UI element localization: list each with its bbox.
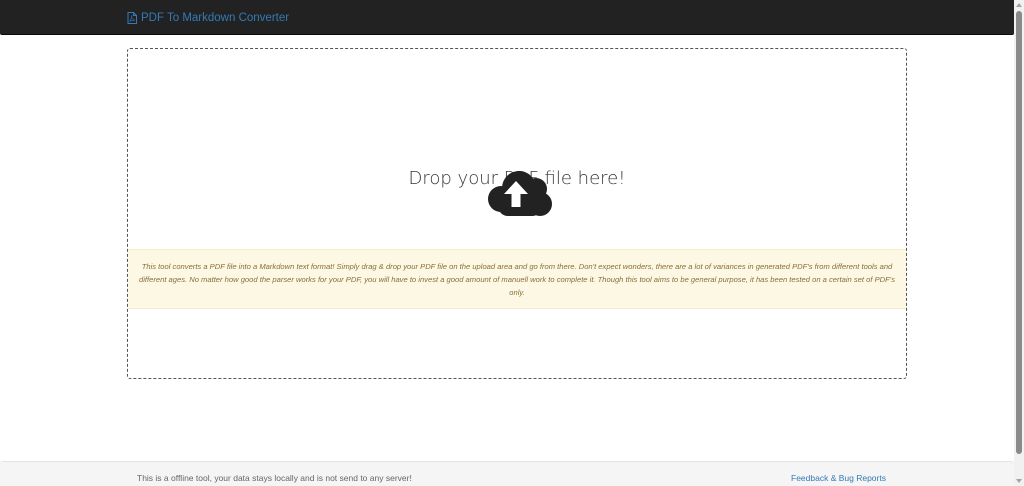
privacy-note: This is a offline tool, your data stays …: [137, 473, 412, 483]
scrollbar-thumb[interactable]: [1016, 11, 1022, 454]
vertical-scrollbar[interactable]: [1014, 0, 1024, 486]
cloud-upload-icon: [488, 171, 552, 216]
pdf-file-icon: [127, 12, 137, 24]
info-notice: This tool converts a PDF file into a Mar…: [128, 249, 906, 309]
feedback-link[interactable]: Feedback & Bug Reports: [791, 473, 886, 483]
pdf-drop-zone[interactable]: Drop your PDF file here! This tool conve…: [127, 48, 907, 379]
scroll-down-arrow-icon[interactable]: [1016, 479, 1022, 483]
app-page: PDF To Markdown Converter Drop your PDF …: [0, 0, 1024, 486]
top-navbar: PDF To Markdown Converter: [0, 0, 1014, 35]
brand-label: PDF To Markdown Converter: [141, 12, 290, 24]
page-footer: This is a offline tool, your data stays …: [0, 461, 1014, 486]
scroll-up-arrow-icon[interactable]: [1016, 3, 1022, 7]
brand-link[interactable]: PDF To Markdown Converter: [127, 10, 289, 26]
